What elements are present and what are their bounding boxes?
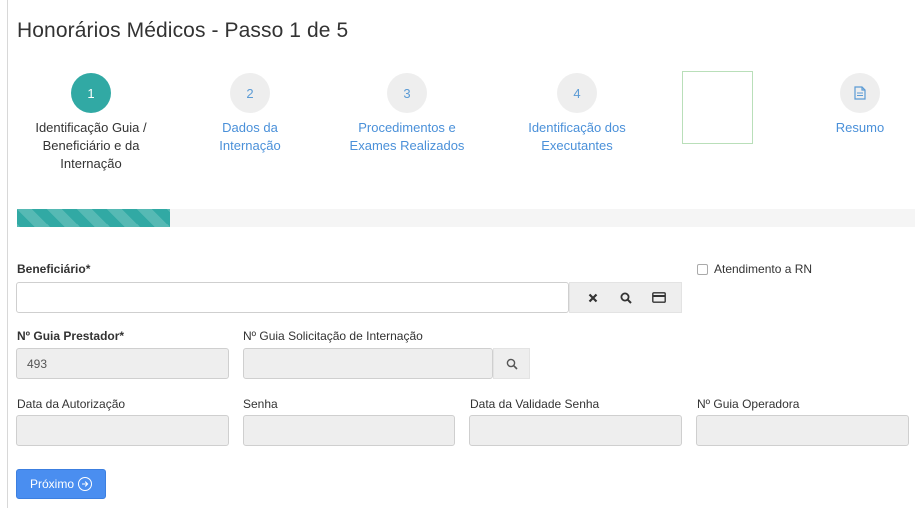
progress-bar — [17, 209, 915, 227]
step-number-circle: 2 — [230, 73, 270, 113]
wizard-step-2[interactable]: 2 Dados da Internação — [200, 73, 300, 155]
card-icon[interactable] — [650, 289, 668, 307]
step-label-line: Executantes — [541, 138, 613, 153]
guia-solicitacao-label: Nº Guia Solicitação de Internação — [243, 329, 423, 343]
page-left-border — [7, 0, 8, 508]
beneficiario-label: Beneficiário* — [17, 262, 91, 276]
step-label-line: Resumo — [835, 120, 885, 135]
guia-operadora-input[interactable] — [696, 415, 909, 446]
step-number-circle: 3 — [387, 73, 427, 113]
wizard-step-1[interactable]: 1 Identificação Guia / Beneficiário e da… — [29, 73, 153, 173]
guia-prestador-input[interactable] — [16, 348, 229, 379]
step-label: Procedimentos e Exames Realizados — [340, 119, 474, 155]
step-label-line: Procedimentos e — [358, 120, 456, 135]
step-label: Resumo — [810, 119, 910, 137]
wizard-step-4[interactable]: 4 Identificação dos Executantes — [515, 73, 639, 155]
search-icon[interactable] — [617, 289, 635, 307]
document-icon — [840, 73, 880, 113]
wizard-step-resumo[interactable]: Resumo — [810, 73, 910, 137]
search-icon — [503, 355, 521, 373]
step-label-line: Exames Realizados — [349, 138, 465, 153]
wizard-step-3[interactable]: 3 Procedimentos e Exames Realizados — [340, 73, 474, 155]
data-validade-senha-input[interactable] — [469, 415, 682, 446]
guia-prestador-label: Nº Guia Prestador* — [17, 329, 125, 343]
arrow-right-circle-icon — [78, 477, 92, 491]
data-validade-senha-label: Data da Validade Senha — [470, 397, 600, 411]
beneficiario-input[interactable] — [16, 282, 569, 313]
step-label-line: Beneficiário e da — [42, 138, 140, 153]
step-label: Dados da Internação — [200, 119, 300, 155]
atendimento-rn-checkbox[interactable] — [697, 263, 708, 275]
page-title: Honorários Médicos - Passo 1 de 5 — [17, 19, 349, 42]
atendimento-rn-label: Atendimento a RN — [714, 262, 813, 276]
step-label-line: Internação — [219, 138, 281, 153]
senha-label: Senha — [243, 397, 278, 411]
step-number-circle: 1 — [71, 73, 111, 113]
step-label-line: Internação — [60, 156, 122, 171]
guia-solicitacao-input[interactable] — [243, 348, 493, 379]
step-label-line: Dados da — [222, 120, 278, 135]
clear-icon[interactable] — [584, 289, 602, 307]
step-label-line: Identificação dos — [528, 120, 626, 135]
guia-solicitacao-search-button[interactable] — [493, 348, 530, 379]
data-autorizacao-label: Data da Autorização — [17, 397, 126, 411]
next-button-label: Próximo — [29, 477, 74, 491]
atendimento-rn-checkbox-row[interactable]: Atendimento a RN — [697, 262, 812, 276]
beneficiario-addon — [569, 282, 682, 313]
step-number-circle: 4 — [557, 73, 597, 113]
senha-input[interactable] — [243, 415, 455, 446]
data-autorizacao-input[interactable] — [16, 415, 229, 446]
guia-operadora-label: Nº Guia Operadora — [697, 397, 800, 411]
next-button[interactable]: Próximo — [16, 469, 106, 499]
step-label: Identificação Guia / Beneficiário e da I… — [29, 119, 153, 173]
step-label: Identificação dos Executantes — [515, 119, 639, 155]
empty-step-placeholder — [682, 71, 753, 144]
progress-bar-fill — [17, 209, 170, 227]
step-label-line: Identificação Guia / — [35, 120, 147, 135]
